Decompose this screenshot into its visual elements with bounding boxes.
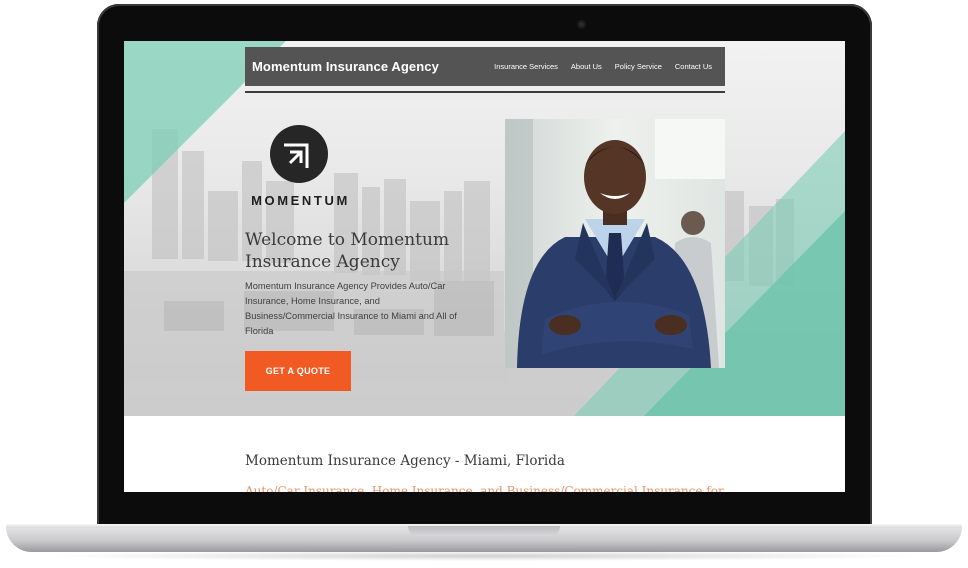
nav-link-policy-service[interactable]: Policy Service (615, 62, 662, 71)
nav-links: Insurance Services About Us Policy Servi… (494, 62, 712, 71)
brand-title[interactable]: Momentum Insurance Agency (252, 59, 439, 74)
laptop-notch (408, 526, 560, 536)
website-screen: Momentum Insurance Agency Insurance Serv… (124, 41, 845, 492)
nav-link-insurance-services[interactable]: Insurance Services (494, 62, 558, 71)
hero-section: Momentum Insurance Agency Insurance Serv… (124, 41, 845, 416)
nav-link-contact-us[interactable]: Contact Us (675, 62, 712, 71)
camera-icon (577, 20, 586, 29)
section-subtitle: Auto/Car Insurance, Home Insurance, and … (245, 484, 724, 492)
hero-title: Welcome to Momentum Insurance Agency (245, 230, 450, 272)
nav-link-about-us[interactable]: About Us (571, 62, 602, 71)
top-navbar: Momentum Insurance Agency Insurance Serv… (245, 47, 725, 86)
agent-photo (505, 119, 725, 368)
logo-wordmark: MOMENTUM (251, 193, 350, 208)
hero-description: Momentum Insurance Agency Provides Auto/… (245, 281, 457, 336)
get-a-quote-button[interactable]: GET A QUOTE (245, 351, 351, 391)
nav-divider (245, 91, 725, 93)
momentum-arrow-logo-icon (270, 125, 328, 183)
section-title: Momentum Insurance Agency - Miami, Flori… (245, 453, 565, 469)
laptop-shadow (40, 551, 928, 561)
